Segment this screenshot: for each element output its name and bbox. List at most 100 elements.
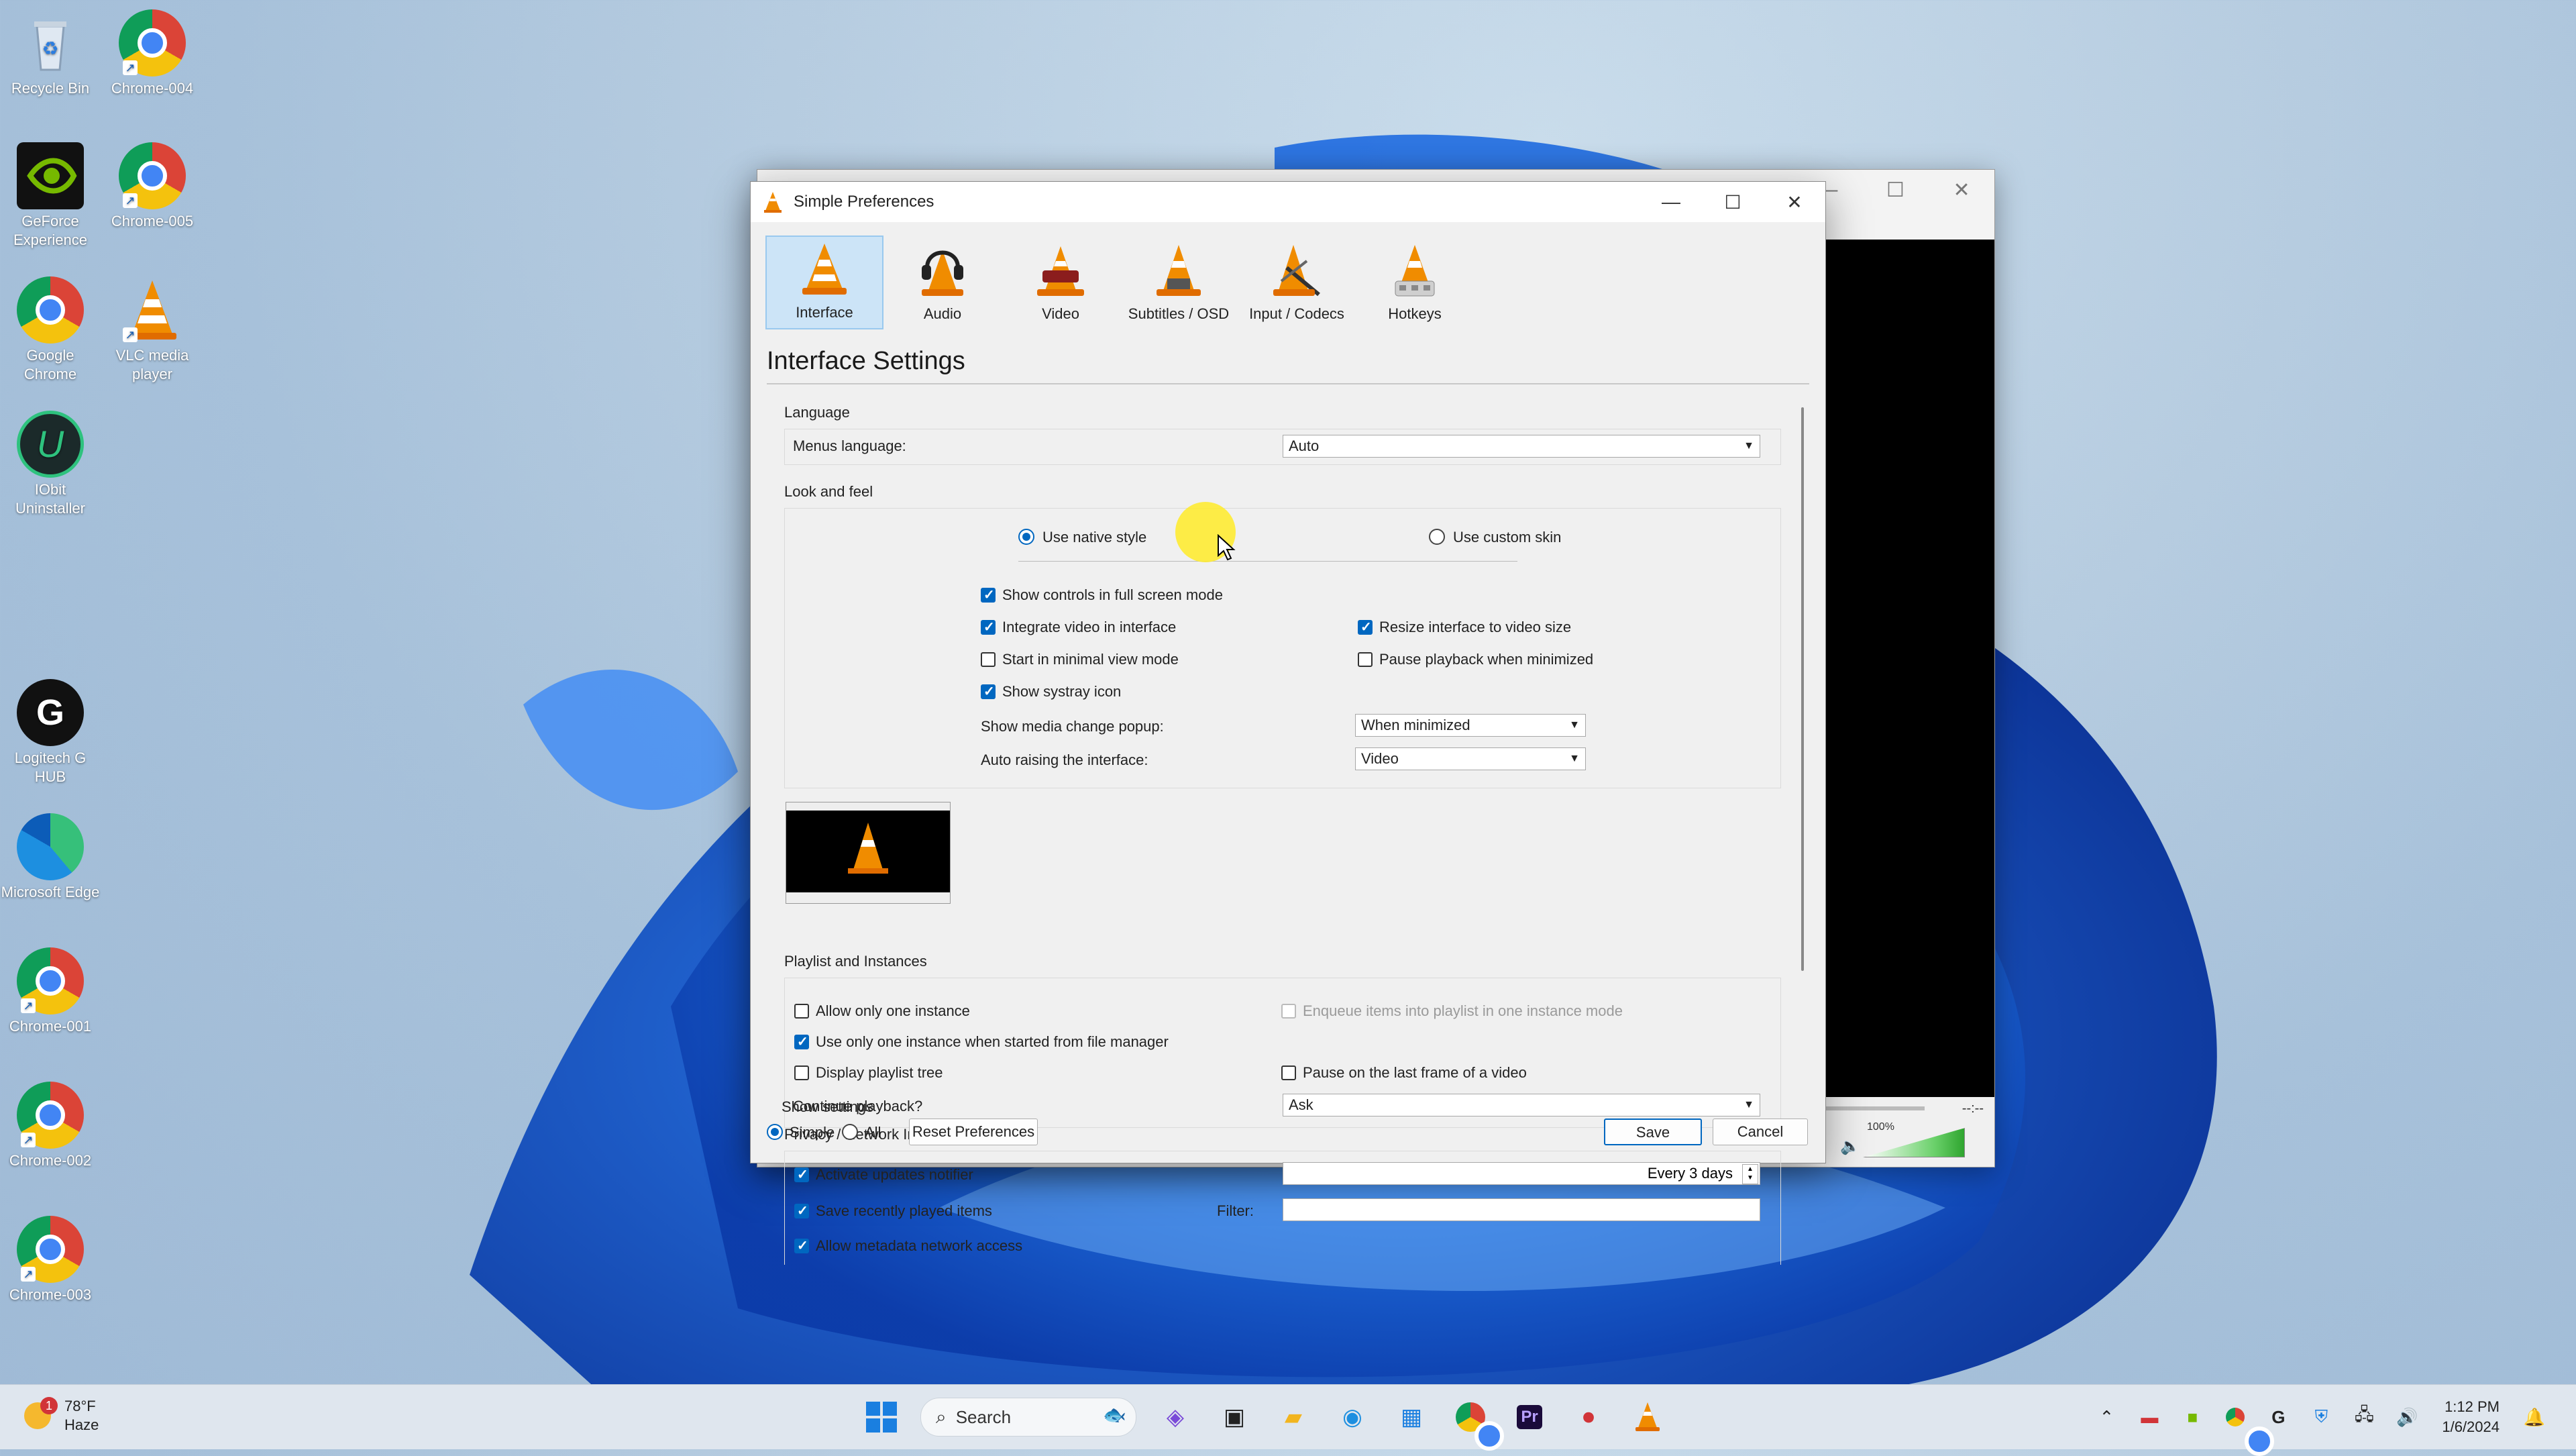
simple-settings-label[interactable]: Simple <box>790 1124 835 1141</box>
system-tray: ⌃ ▬ ■ G ⛨ 🖧 🔊 1:12 PM 1/6/2024 🔔 <box>2085 1385 2556 1456</box>
scrollbar-thumb[interactable] <box>1801 407 1804 971</box>
desktop-icon-recycle-bin[interactable]: ♻ Recycle Bin <box>0 9 101 98</box>
minimal-view-checkbox[interactable] <box>981 652 996 667</box>
show-controls-fullscreen-checkbox[interactable] <box>981 586 996 603</box>
one-instance-label[interactable]: Allow only one instance <box>816 1002 970 1020</box>
minimize-button[interactable]: — <box>1640 182 1702 222</box>
pause-minimized-label[interactable]: Pause playback when minimized <box>1379 651 1593 668</box>
integrate-video-checkbox[interactable] <box>981 619 996 635</box>
taskbar-file-explorer[interactable]: ▰ <box>1273 1397 1313 1437</box>
playlist-tree-checkbox[interactable] <box>794 1065 809 1080</box>
integrate-video-label[interactable]: Integrate video in interface <box>1002 619 1176 636</box>
resize-interface-checkbox[interactable] <box>1358 619 1373 635</box>
notifications-bell-icon[interactable]: 🔔 <box>2520 1402 2549 1432</box>
tab-audio[interactable]: Audio <box>883 236 1002 329</box>
tab-video[interactable]: Video <box>1002 236 1120 329</box>
taskbar-task-view[interactable]: ▣ <box>1214 1397 1254 1437</box>
taskbar-clock[interactable]: 1:12 PM 1/6/2024 <box>2442 1397 2500 1437</box>
taskbar-copilot[interactable]: ◈ <box>1155 1397 1195 1437</box>
tab-subtitles-osd[interactable]: Subtitles / OSD <box>1120 236 1238 329</box>
desktop-icon-chrome-001[interactable]: ↗ Chrome-001 <box>0 947 101 1036</box>
recent-items-checkbox[interactable] <box>794 1202 809 1219</box>
taskbar-store[interactable]: ▦ <box>1391 1397 1432 1437</box>
minimal-view-label[interactable]: Start in minimal view mode <box>1002 651 1179 668</box>
one-instance-fm-checkbox[interactable] <box>794 1033 809 1050</box>
taskbar-edge[interactable]: ◉ <box>1332 1397 1373 1437</box>
hotkeys-cone-icon <box>1395 245 1435 297</box>
desktop-icon-chrome-002[interactable]: ↗ Chrome-002 <box>0 1082 101 1170</box>
search-icon: ⌕ <box>936 1406 947 1427</box>
playlist-tree-label[interactable]: Display playlist tree <box>816 1064 943 1082</box>
metadata-access-label[interactable]: Allow metadata network access <box>816 1237 1022 1255</box>
updates-interval-spinbox[interactable]: Every 3 days ▲ ▼ <box>1283 1162 1760 1185</box>
all-settings-label[interactable]: All <box>865 1124 881 1141</box>
one-instance-fm-label[interactable]: Use only one instance when started from … <box>816 1033 1169 1051</box>
one-instance-checkbox[interactable] <box>794 1004 809 1019</box>
taskbar-recorder[interactable]: ⏺ <box>1568 1397 1609 1437</box>
close-icon[interactable]: ✕ <box>1953 178 1970 202</box>
reset-preferences-button[interactable]: Reset Preferences <box>909 1119 1038 1145</box>
desktop-icon-geforce-experience[interactable]: GeForce Experience <box>0 142 101 250</box>
logitech-tray-icon[interactable]: G <box>2263 1402 2293 1432</box>
tab-hotkeys[interactable]: Hotkeys <box>1356 236 1474 329</box>
pause-minimized-checkbox[interactable] <box>1358 652 1373 667</box>
taskbar-chrome[interactable] <box>1450 1397 1504 1451</box>
menus-language-dropdown[interactable]: Auto ▼ <box>1283 435 1760 458</box>
task-view-icon: ▣ <box>1223 1404 1246 1430</box>
pause-last-frame-label[interactable]: Pause on the last frame of a video <box>1303 1064 1527 1082</box>
native-style-radio[interactable] <box>1018 529 1034 545</box>
tab-interface[interactable]: Interface <box>765 236 883 329</box>
desktop-icon-logitech-g-hub[interactable]: G Logitech G HUB <box>0 679 101 786</box>
desktop-icon-google-chrome[interactable]: Google Chrome <box>0 276 101 384</box>
tray-app-icon[interactable]: ▬ <box>2135 1402 2164 1432</box>
desktop-icon-chrome-003[interactable]: ↗ Chrome-003 <box>0 1216 101 1304</box>
video-area[interactable] <box>1824 240 1994 1097</box>
desktop-icon-microsoft-edge[interactable]: Microsoft Edge <box>0 813 101 902</box>
systray-checkbox[interactable] <box>981 683 996 700</box>
dialog-title-bar[interactable]: Simple Preferences — ☐ ✕ <box>751 182 1825 222</box>
metadata-access-checkbox[interactable] <box>794 1237 809 1254</box>
volume-icon[interactable]: 🔊 <box>2392 1402 2422 1432</box>
auto-raise-label: Auto raising the interface: <box>981 751 1148 768</box>
media-popup-dropdown[interactable]: When minimized ▼ <box>1355 714 1586 737</box>
security-tray-icon[interactable]: ⛨ <box>2306 1402 2336 1432</box>
speaker-icon[interactable]: 🔈 <box>1840 1137 1860 1156</box>
desktop-icon-chrome-004[interactable]: ↗ Chrome-004 <box>102 9 203 98</box>
network-icon[interactable]: 🖧 <box>2349 1402 2379 1432</box>
spin-arrows-icon[interactable]: ▲ ▼ <box>1742 1164 1758 1184</box>
maximize-icon[interactable]: ☐ <box>1886 178 1904 202</box>
desktop-icon-chrome-005[interactable]: ↗ Chrome-005 <box>102 142 203 231</box>
recent-items-label[interactable]: Save recently played items <box>816 1202 992 1220</box>
weather-widget[interactable]: 1 78°F Haze <box>24 1397 99 1435</box>
desktop-icon-vlc[interactable]: ↗ VLC media player <box>102 276 203 384</box>
desktop-icon-iobit-uninstaller[interactable]: U IObit Uninstaller <box>0 411 101 518</box>
maximize-button[interactable]: ☐ <box>1702 182 1764 222</box>
continue-playback-dropdown[interactable]: Ask ▼ <box>1283 1094 1760 1116</box>
updates-notifier-label[interactable]: Activate updates notifier <box>816 1166 973 1184</box>
custom-skin-radio[interactable] <box>1429 529 1445 545</box>
taskbar-premiere[interactable]: Pr <box>1509 1397 1550 1437</box>
filter-input[interactable] <box>1283 1198 1760 1221</box>
all-settings-radio[interactable] <box>842 1124 858 1140</box>
custom-skin-label[interactable]: Use custom skin <box>1453 529 1561 546</box>
pause-last-frame-checkbox[interactable] <box>1281 1065 1296 1080</box>
tab-input-codecs[interactable]: Input / Codecs <box>1238 236 1356 329</box>
taskbar-search-box[interactable]: ⌕ Search 🐟 <box>920 1398 1136 1437</box>
cancel-button[interactable]: Cancel <box>1713 1119 1808 1145</box>
nvidia-tray-icon[interactable]: ■ <box>2178 1402 2207 1432</box>
show-controls-fullscreen-label[interactable]: Show controls in full screen mode <box>1002 586 1223 604</box>
close-button[interactable]: ✕ <box>1764 182 1825 222</box>
chrome-tray-icon[interactable] <box>2220 1402 2275 1456</box>
native-style-label[interactable]: Use native style <box>1042 529 1146 546</box>
simple-settings-radio[interactable] <box>767 1124 783 1140</box>
start-button[interactable] <box>861 1397 902 1437</box>
systray-label[interactable]: Show systray icon <box>1002 683 1121 700</box>
dropdown-arrow-icon: ▼ <box>1743 440 1754 452</box>
updates-notifier-checkbox[interactable] <box>794 1166 809 1183</box>
resize-interface-label[interactable]: Resize interface to video size <box>1379 619 1571 636</box>
seek-bar[interactable] <box>1824 1106 1925 1110</box>
save-button[interactable]: Save <box>1604 1119 1702 1145</box>
auto-raise-dropdown[interactable]: Video ▼ <box>1355 747 1586 770</box>
show-hidden-icons-chevron-icon[interactable]: ⌃ <box>2092 1402 2121 1432</box>
taskbar-vlc[interactable] <box>1627 1397 1668 1437</box>
